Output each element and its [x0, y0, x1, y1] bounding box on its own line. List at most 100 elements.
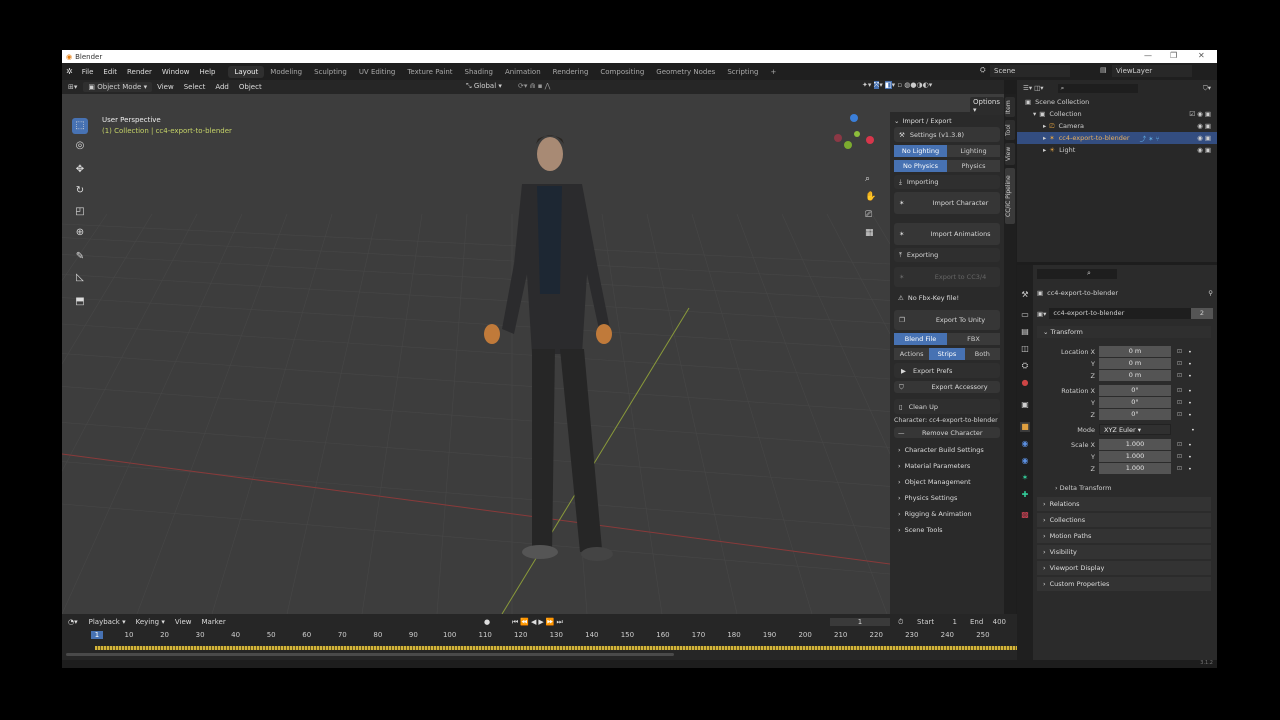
- physics-option[interactable]: Physics: [947, 160, 1000, 172]
- export-cc-button[interactable]: ✶ Export to CC3/4: [894, 267, 1000, 287]
- keyframe-track[interactable]: [95, 646, 1017, 650]
- tab-view[interactable]: View: [1005, 143, 1015, 165]
- tab-geometry-nodes[interactable]: Geometry Nodes: [650, 66, 721, 78]
- panel-section-object-management[interactable]: › Object Management: [894, 474, 1000, 490]
- camera-view-icon[interactable]: ⎚: [865, 206, 876, 224]
- fbx-option[interactable]: FBX: [947, 333, 1000, 345]
- keyframe-dot-icon[interactable]: •: [1188, 387, 1192, 395]
- blender-menu-icon[interactable]: ✲: [62, 67, 77, 76]
- panel-section-rigging-animation[interactable]: › Rigging & Animation: [894, 506, 1000, 522]
- section-relations[interactable]: › Relations: [1037, 497, 1211, 511]
- export-accessory-button[interactable]: ⛉ Export Accessory: [894, 381, 1000, 393]
- location-field[interactable]: 0 m: [1099, 346, 1171, 357]
- lock-icon[interactable]: ⊡: [1177, 387, 1182, 394]
- section-visibility[interactable]: › Visibility: [1037, 545, 1211, 559]
- menu-object[interactable]: Object: [234, 83, 267, 91]
- keyframe-dot-icon[interactable]: •: [1188, 411, 1192, 419]
- collection-tab-icon[interactable]: ▣: [1020, 400, 1030, 410]
- keyframe-dot-icon[interactable]: •: [1188, 465, 1192, 473]
- menu-window[interactable]: Window: [157, 68, 195, 76]
- current-frame-marker[interactable]: 1: [91, 631, 103, 639]
- timeline-editor-icon[interactable]: ◔▾: [62, 618, 84, 626]
- section-custom-properties[interactable]: › Custom Properties: [1037, 577, 1211, 591]
- rotation-field[interactable]: 0°: [1099, 385, 1171, 396]
- section-collections[interactable]: › Collections: [1037, 513, 1211, 527]
- tab-shading[interactable]: Shading: [459, 66, 499, 78]
- options-dropdown[interactable]: Options ▾: [970, 97, 1004, 115]
- scale-tool-icon[interactable]: ◰: [72, 204, 88, 220]
- rotation-field[interactable]: 0°: [1099, 409, 1171, 420]
- menu-help[interactable]: Help: [195, 68, 221, 76]
- clean-up-section[interactable]: ▯ Clean Up: [894, 399, 1000, 414]
- visibility-icon[interactable]: ◉ ▣: [1197, 134, 1217, 142]
- visibility-icon[interactable]: ◉ ▣: [1197, 146, 1217, 154]
- annotate-tool-icon[interactable]: ✎: [72, 249, 88, 265]
- tab-modeling[interactable]: Modeling: [264, 66, 308, 78]
- tab-layout[interactable]: Layout: [228, 65, 265, 78]
- view-layer-tab-icon[interactable]: ◫: [1020, 344, 1030, 354]
- snap-icon[interactable]: ⟳▾ ⋒ ▪ ⋀: [518, 82, 550, 90]
- panel-section-scene-tools[interactable]: › Scene Tools: [894, 522, 1000, 538]
- location-field[interactable]: 0 m: [1099, 358, 1171, 369]
- end-frame-field[interactable]: End 400: [970, 618, 1006, 626]
- pin-icon[interactable]: ⚲: [1208, 289, 1213, 297]
- close-button[interactable]: ✕: [1198, 51, 1205, 60]
- panel-section-physics-settings[interactable]: › Physics Settings: [894, 490, 1000, 506]
- filter-icon[interactable]: ⛉▾: [1203, 84, 1217, 93]
- marker-menu[interactable]: Marker: [197, 618, 231, 626]
- lock-icon[interactable]: ⊡: [1177, 372, 1182, 379]
- playback-controls[interactable]: ⏮⏪◀▶⏩⏭: [512, 618, 565, 627]
- lighting-option[interactable]: Lighting: [947, 145, 1000, 157]
- tab-item[interactable]: Item: [1005, 97, 1015, 117]
- cursor-tool-icon[interactable]: ◎: [72, 138, 88, 154]
- modifier-tab-icon[interactable]: ◉: [1020, 439, 1030, 449]
- output-tab-icon[interactable]: ▤: [1020, 327, 1030, 337]
- physics-tab-icon[interactable]: ◉: [1020, 456, 1030, 466]
- tab-compositing[interactable]: Compositing: [594, 66, 650, 78]
- keyframe-dot-icon[interactable]: •: [1188, 348, 1192, 356]
- lock-icon[interactable]: ⊡: [1177, 441, 1182, 448]
- lock-icon[interactable]: ⊡: [1177, 453, 1182, 460]
- menu-file[interactable]: File: [77, 68, 99, 76]
- tab-scripting[interactable]: Scripting: [721, 66, 764, 78]
- perspective-toggle-icon[interactable]: ▦: [865, 224, 876, 242]
- import-character-button[interactable]: ✶ Import Character: [894, 192, 1000, 214]
- pan-hand-icon[interactable]: ✋: [865, 188, 876, 206]
- no-lighting-option[interactable]: No Lighting: [894, 145, 947, 157]
- lock-icon[interactable]: ⊡: [1177, 399, 1182, 406]
- strips-option[interactable]: Strips: [929, 348, 965, 360]
- settings-section[interactable]: ⚒ Settings (v1.3.8): [894, 127, 1000, 142]
- object-tab-icon[interactable]: ■: [1020, 422, 1030, 432]
- no-physics-option[interactable]: No Physics: [894, 160, 947, 172]
- tab-rendering[interactable]: Rendering: [547, 66, 595, 78]
- collection-row[interactable]: ▾ ▣ Collection ☑ ◉ ▣: [1017, 108, 1217, 120]
- tab-uv-editing[interactable]: UV Editing: [353, 66, 402, 78]
- outliner-search-input[interactable]: ⌕: [1057, 83, 1138, 93]
- navigation-gizmo[interactable]: [830, 114, 880, 164]
- scene-selector[interactable]: Scene: [990, 65, 1070, 77]
- object-browse-icon[interactable]: ▣▾: [1037, 310, 1046, 318]
- constraints-tab-icon[interactable]: ✶: [1020, 473, 1030, 483]
- add-workspace-button[interactable]: +: [764, 66, 782, 78]
- measure-tool-icon[interactable]: ◺: [72, 270, 88, 286]
- keyframe-dot-icon[interactable]: •: [1188, 399, 1192, 407]
- section-motion-paths[interactable]: › Motion Paths: [1037, 529, 1211, 543]
- lock-icon[interactable]: ⊡: [1177, 360, 1182, 367]
- scale-field[interactable]: 1.000: [1099, 439, 1171, 450]
- export-prefs-section[interactable]: ▶ Export Prefs: [894, 363, 1000, 378]
- data-tab-icon[interactable]: ✚: [1020, 490, 1030, 500]
- menu-render[interactable]: Render: [122, 68, 157, 76]
- transform-orientation-dropdown[interactable]: ⤡ Global ▾: [466, 82, 502, 91]
- delta-transform-header[interactable]: › Delta Transform: [1037, 482, 1213, 493]
- actions-option[interactable]: Actions: [894, 348, 930, 360]
- add-cube-tool-icon[interactable]: ⬒: [72, 294, 88, 310]
- menu-view[interactable]: View: [152, 83, 179, 91]
- tab-animation[interactable]: Animation: [499, 66, 547, 78]
- scene-collection-row[interactable]: ▣ Scene Collection: [1017, 96, 1217, 108]
- visibility-icon[interactable]: ◉ ▣: [1197, 122, 1217, 130]
- camera-row[interactable]: ▸ ⎚ Camera ◉ ▣: [1017, 120, 1217, 132]
- record-button[interactable]: ●: [484, 618, 490, 626]
- visibility-icon[interactable]: ☑ ◉ ▣: [1189, 110, 1217, 118]
- scene-tab-icon[interactable]: ⛭: [1020, 361, 1030, 371]
- user-count[interactable]: 2: [1191, 308, 1213, 319]
